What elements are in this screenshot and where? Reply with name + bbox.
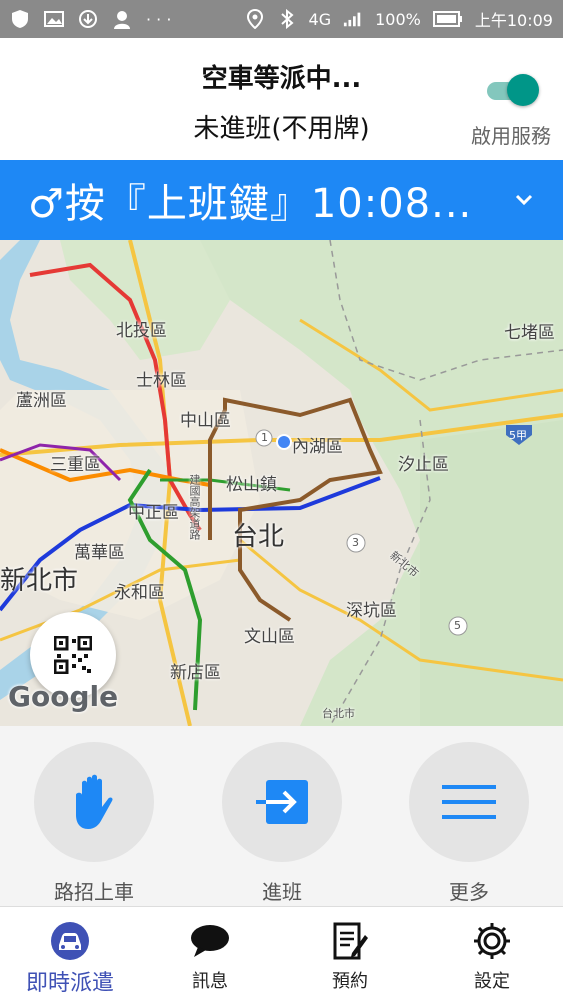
clock-in-label: 進班	[262, 880, 302, 904]
map-label-shilin: 士林區	[136, 371, 187, 391]
hand-icon	[76, 774, 113, 829]
quick-actions: 路招上車 進班 更多	[0, 726, 563, 906]
street-hail-circle	[34, 742, 154, 862]
clock-in-circle	[222, 742, 342, 862]
tab-messages-label: 訊息	[192, 971, 228, 992]
map-label-neihu: 內湖區	[292, 437, 343, 457]
map-label-wanhua: 萬華區	[74, 543, 125, 563]
bottom-navigation: 即時派遣 訊息 預約 設定	[0, 906, 563, 1000]
google-attribution: Google	[8, 680, 119, 713]
map-view[interactable]: 北投區 士林區 蘆洲區 中山區 內湖區 三重區 松山鎮 汐止區 中正區 台北 萬…	[0, 240, 563, 726]
map-label-zhongshan: 中山區	[180, 411, 231, 431]
tab-reservations-label: 預約	[332, 971, 368, 992]
map-label-taipei: 台北	[232, 522, 285, 552]
download-icon	[78, 9, 98, 29]
login-icon	[256, 780, 308, 824]
map-label-taibei-road: 台北市	[322, 707, 355, 720]
image-icon	[44, 9, 64, 29]
qr-code-icon	[54, 636, 92, 674]
tab-dispatch-label: 即時派遣	[25, 971, 114, 996]
map-label-songshan: 松山鎮	[226, 475, 277, 495]
menu-icon	[442, 785, 496, 819]
map-label-shenkeng: 深坑區	[346, 601, 397, 621]
tab-messages[interactable]: 訊息	[150, 919, 270, 993]
header: 空車等派中... 未進班(不用牌) 啟用服務	[0, 38, 563, 160]
clock: 上午10:09	[474, 11, 553, 30]
more-label: 更多	[449, 880, 489, 904]
map-label-luzhou: 蘆洲區	[16, 391, 67, 411]
map-label-jianguo: 建國高架道路	[188, 474, 201, 540]
taxi-icon	[48, 919, 92, 963]
street-hail-label: 路招上車	[54, 880, 134, 904]
map-label-sanchong: 三重區	[50, 455, 101, 475]
map-label-route-1: 1	[261, 431, 268, 444]
map-label-wenshan: 文山區	[244, 627, 295, 647]
clock-in-button[interactable]: 進班	[222, 742, 342, 905]
map-label-route-5: 5	[454, 619, 461, 632]
chat-icon	[188, 919, 232, 963]
banner-text: ♂按『上班鍵』10:08...	[28, 181, 473, 227]
shield-icon	[10, 9, 30, 29]
map-label-xindian: 新店區	[170, 663, 221, 683]
battery-icon	[432, 9, 463, 29]
map-label-yonghe: 永和區	[114, 583, 165, 603]
map-label-zhongzheng: 中正區	[128, 503, 179, 523]
network-type: 4G	[308, 9, 332, 29]
street-hail-button[interactable]: 路招上車	[34, 742, 154, 905]
map-label-newtaipei: 新北市	[0, 566, 79, 596]
service-toggle[interactable]	[487, 74, 539, 106]
map-label-road-5a: 5甲	[509, 429, 527, 442]
service-toggle-label: 啟用服務	[471, 124, 551, 148]
map-label-beitou: 北投區	[116, 321, 167, 341]
map-label-qidu: 七堵區	[504, 323, 555, 343]
signal-icon	[343, 9, 363, 29]
tab-dispatch[interactable]: 即時派遣	[10, 919, 130, 997]
tab-reservations[interactable]: 預約	[290, 919, 410, 993]
battery-percent: 100%	[375, 9, 421, 29]
notepad-icon	[328, 919, 372, 963]
bluetooth-icon	[277, 9, 297, 29]
more-circle	[409, 742, 529, 862]
gear-icon	[470, 919, 514, 963]
toggle-knob	[507, 74, 539, 106]
tab-settings-label: 設定	[474, 971, 510, 992]
map-label-xizhi: 汐止區	[398, 455, 449, 475]
tab-settings[interactable]: 設定	[432, 919, 552, 993]
dispatch-status-title: 空車等派中...	[201, 64, 362, 94]
status-bar: · · · 4G 100% 上午10:09	[0, 0, 563, 38]
more-icon: · · ·	[146, 9, 172, 29]
avatar-icon	[112, 9, 132, 29]
more-button[interactable]: 更多	[409, 742, 529, 905]
chevron-down-icon	[515, 194, 533, 206]
shift-reminder-banner[interactable]: ♂按『上班鍵』10:08...	[0, 160, 563, 240]
location-icon	[245, 9, 265, 29]
map-label-route-3: 3	[352, 536, 359, 549]
